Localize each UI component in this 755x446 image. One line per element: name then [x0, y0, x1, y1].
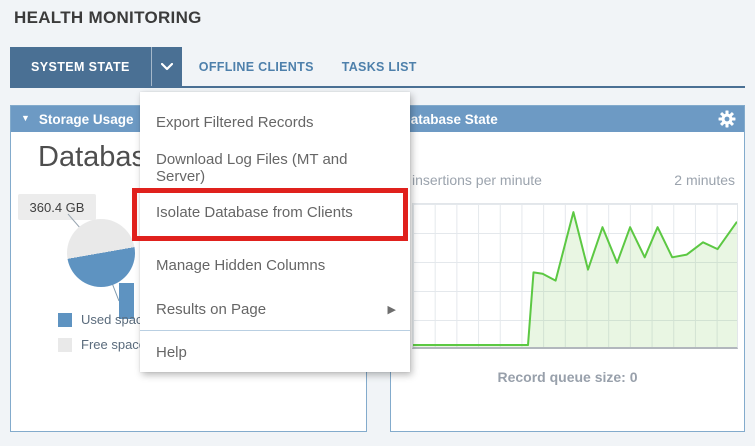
- page-title: HEALTH MONITORING: [14, 8, 202, 28]
- database-state-panel-body: insertions per minute 2 minutes Record q…: [391, 132, 744, 431]
- menu-item-export-filtered-records[interactable]: Export Filtered Records: [140, 100, 410, 145]
- system-state-dropdown-menu: Export Filtered Records Download Log Fil…: [140, 92, 410, 372]
- menu-item-download-log-files[interactable]: Download Log Files (MT and Server): [140, 145, 410, 190]
- legend-label-free: Free space: [81, 337, 146, 352]
- menu-item-isolate-database[interactable]: Isolate Database from Clients: [140, 190, 410, 235]
- collapse-icon[interactable]: ▼: [21, 113, 30, 123]
- storage-total-label: 360.4 GB: [18, 194, 96, 220]
- storage-usage-panel-title: Storage Usage: [39, 112, 134, 127]
- submenu-arrow-icon: ▶: [388, 303, 396, 316]
- insertions-line-series: [413, 204, 737, 347]
- menu-item-label: Isolate Database from Clients: [156, 204, 353, 221]
- menu-item-manage-hidden-columns[interactable]: Manage Hidden Columns: [140, 243, 410, 288]
- gear-icon[interactable]: [718, 110, 736, 128]
- database-state-panel-title: Database State: [401, 112, 498, 127]
- database-state-panel: Database State insertions per minute 2 m…: [390, 105, 745, 432]
- legend-item-free: Free space: [58, 337, 150, 352]
- record-queue-label: Record queue size: 0: [391, 369, 744, 385]
- time-window-label: 2 minutes: [674, 172, 735, 188]
- menu-item-results-on-page[interactable]: Results on Page ▶: [140, 288, 410, 330]
- storage-pie-chart: [67, 219, 135, 287]
- tab-underline: [10, 86, 745, 88]
- tab-offline-clients-label: OFFLINE CLIENTS: [199, 60, 314, 74]
- tab-tasks-list[interactable]: TASKS LIST: [342, 47, 417, 86]
- menu-item-label: Export Filtered Records: [156, 114, 314, 131]
- tab-bar: SYSTEM STATE OFFLINE CLIENTS TASKS LIST: [10, 47, 745, 86]
- insertions-label: insertions per minute: [412, 172, 542, 188]
- tab-dropdown-toggle[interactable]: [151, 47, 182, 86]
- chevron-down-icon: [161, 63, 173, 71]
- legend-swatch-used: [58, 313, 72, 327]
- storage-legend: Used space Free space: [58, 312, 150, 352]
- legend-item-used: Used space: [58, 312, 150, 327]
- menu-item-help[interactable]: Help: [140, 331, 410, 369]
- legend-swatch-free: [58, 338, 72, 352]
- menu-item-label: Results on Page: [156, 301, 266, 318]
- tab-system-state[interactable]: SYSTEM STATE: [10, 47, 151, 86]
- chart-stats-row: insertions per minute 2 minutes: [412, 172, 735, 188]
- tab-system-state-label: SYSTEM STATE: [31, 60, 130, 74]
- insertions-chart: [412, 203, 738, 349]
- database-state-panel-header: Database State: [391, 106, 744, 132]
- tab-offline-clients[interactable]: OFFLINE CLIENTS: [199, 47, 314, 86]
- menu-item-label: Manage Hidden Columns: [156, 257, 325, 274]
- tab-tasks-list-label: TASKS LIST: [342, 60, 417, 74]
- menu-item-label: Download Log Files (MT and Server): [156, 151, 396, 185]
- menu-item-label: Help: [156, 344, 187, 361]
